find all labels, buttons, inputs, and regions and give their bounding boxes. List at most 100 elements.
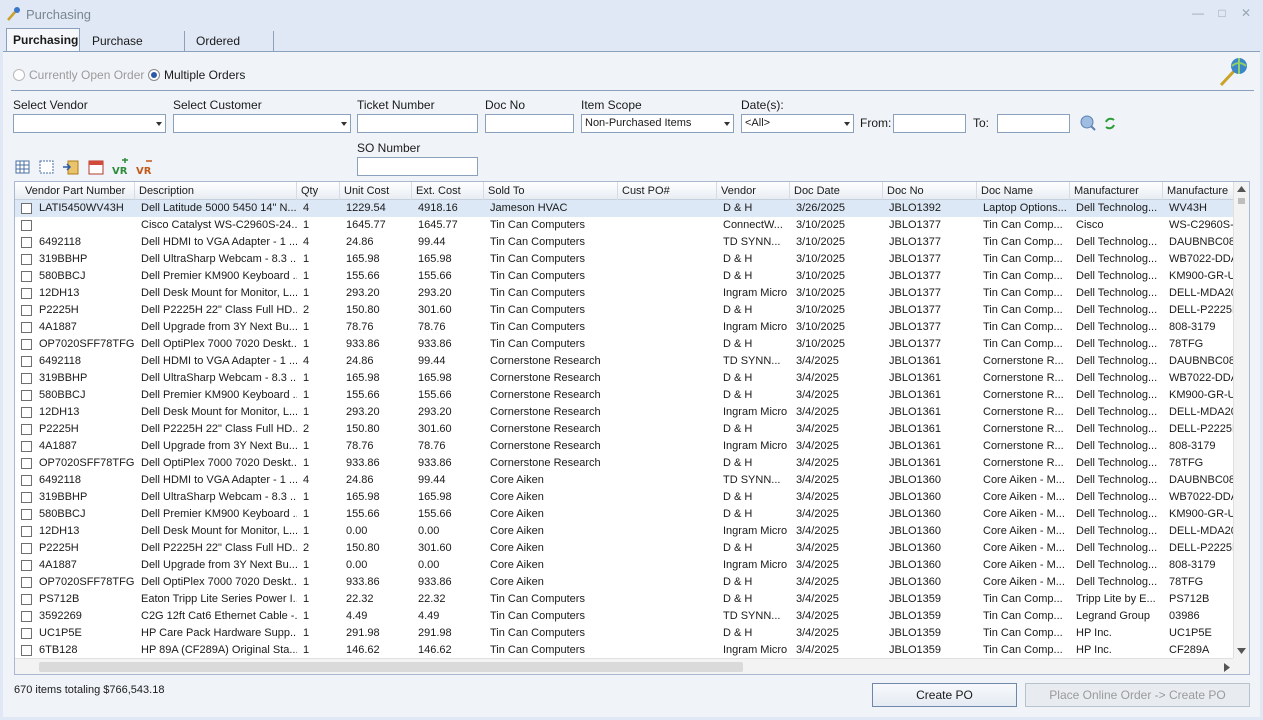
tab-ordered-items[interactable]: Ordered Items: [190, 31, 274, 68]
column-header-vendor[interactable]: Vendor: [717, 182, 790, 200]
row-checkbox[interactable]: [21, 390, 32, 401]
table-row[interactable]: 12DH13 Dell Desk Mount for Monitor, L... 1…: [15, 285, 1234, 302]
column-header-manufacture[interactable]: Manufacture: [1163, 182, 1234, 200]
refresh-icon[interactable]: [1103, 116, 1117, 131]
table-row[interactable]: 12DH13 Dell Desk Mount for Monitor, L... 1…: [15, 523, 1234, 540]
table-row[interactable]: 319BBHP Dell UltraSharp Webcam - 8.3 ... 1…: [15, 489, 1234, 506]
calendar-icon[interactable]: [87, 158, 105, 176]
table-row[interactable]: Cisco Catalyst WS-C2960S-24... 1 1645.77 16…: [15, 217, 1234, 234]
table-row[interactable]: P2225H Dell P2225H 22" Class Full HD... 2 1…: [15, 421, 1234, 438]
table-row[interactable]: P2225H Dell P2225H 22" Class Full HD... 2 1…: [15, 302, 1234, 319]
table-row[interactable]: 4A1887 Dell Upgrade from 3Y Next Bu... 1 0.…: [15, 557, 1234, 574]
from-date-input[interactable]: [893, 114, 966, 133]
horizontal-scroll-thumb[interactable]: [39, 662, 743, 672]
create-po-button[interactable]: Create PO: [872, 683, 1017, 707]
row-checkbox[interactable]: [21, 322, 32, 333]
dates-select[interactable]: <All>: [741, 114, 854, 133]
scroll-down-icon[interactable]: [1237, 648, 1246, 654]
row-checkbox[interactable]: [21, 628, 32, 639]
multiple-orders-option[interactable]: Multiple Orders: [148, 68, 245, 82]
table-row[interactable]: 6492118 Dell HDMI to VGA Adapter - 1 ... 4…: [15, 234, 1234, 251]
row-checkbox[interactable]: [21, 373, 32, 384]
row-checkbox[interactable]: [21, 560, 32, 571]
table-row[interactable]: OP7020SFF78TFG Dell OptiPlex 7000 7020 De…: [15, 336, 1234, 353]
vendor-select[interactable]: [13, 114, 166, 133]
ticket-number-input[interactable]: [357, 114, 478, 133]
tab-purchase-orders[interactable]: Purchase Orders: [86, 31, 185, 68]
scroll-right-icon[interactable]: [1224, 663, 1230, 672]
minimize-button[interactable]: —: [1190, 5, 1206, 21]
multiple-orders-radio[interactable]: [148, 69, 160, 81]
to-date-input[interactable]: [997, 114, 1070, 133]
table-row[interactable]: OP7020SFF78TFG Dell OptiPlex 7000 7020 De…: [15, 455, 1234, 472]
place-online-order-button[interactable]: Place Online Order -> Create PO: [1025, 683, 1250, 707]
row-checkbox[interactable]: [21, 271, 32, 282]
column-header-unit-cost[interactable]: Unit Cost: [340, 182, 412, 200]
table-row[interactable]: 6TB128 HP 89A (CF289A) Original Sta... 1 14…: [15, 642, 1234, 659]
table-row[interactable]: 319BBHP Dell UltraSharp Webcam - 8.3 ... 1…: [15, 251, 1234, 268]
maximize-button[interactable]: □: [1214, 5, 1230, 21]
tab-purchasing[interactable]: Purchasing: [6, 28, 80, 52]
export-icon[interactable]: [62, 158, 80, 176]
scroll-up-icon[interactable]: [1237, 186, 1246, 192]
table-row[interactable]: 12DH13 Dell Desk Mount for Monitor, L... 1…: [15, 404, 1234, 421]
row-checkbox[interactable]: [21, 407, 32, 418]
column-header-manufacturer[interactable]: Manufacturer: [1070, 182, 1163, 200]
column-header-qty[interactable]: Qty: [297, 182, 340, 200]
table-row[interactable]: 4A1887 Dell Upgrade from 3Y Next Bu... 1 78…: [15, 319, 1234, 336]
table-row[interactable]: 6492118 Dell HDMI to VGA Adapter - 1 ... 4…: [15, 472, 1234, 489]
row-checkbox[interactable]: [21, 203, 32, 214]
row-checkbox[interactable]: [21, 577, 32, 588]
table-row[interactable]: 6492118 Dell HDMI to VGA Adapter - 1 ... 4…: [15, 353, 1234, 370]
table-row[interactable]: 4A1887 Dell Upgrade from 3Y Next Bu... 1 78…: [15, 438, 1234, 455]
table-row[interactable]: 319BBHP Dell UltraSharp Webcam - 8.3 ... 1…: [15, 370, 1234, 387]
row-checkbox[interactable]: [21, 594, 32, 605]
table-row[interactable]: LATI5450WV43H Dell Latitude 5000 5450 14"…: [15, 200, 1234, 217]
row-checkbox[interactable]: [21, 356, 32, 367]
table-row[interactable]: 580BBCJ Dell Premier KM900 Keyboard ... 1 1…: [15, 506, 1234, 523]
column-header-vendor-part-number[interactable]: Vendor Part Number: [15, 182, 135, 200]
row-checkbox[interactable]: [21, 645, 32, 656]
vendor-add-icon[interactable]: VR: [111, 158, 129, 176]
column-header-doc-name[interactable]: Doc Name: [977, 182, 1070, 200]
deselect-all-icon[interactable]: [38, 158, 56, 176]
row-checkbox[interactable]: [21, 543, 32, 554]
row-checkbox[interactable]: [21, 254, 32, 265]
row-checkbox[interactable]: [21, 492, 32, 503]
row-checkbox[interactable]: [21, 305, 32, 316]
table-row[interactable]: UC1P5E HP Care Pack Hardware Supp... 1 291.…: [15, 625, 1234, 642]
search-icon[interactable]: [1079, 115, 1097, 132]
row-checkbox[interactable]: [21, 475, 32, 486]
vertical-scrollbar[interactable]: [1233, 182, 1249, 658]
items-grid[interactable]: Vendor Part Number Description Qty Unit Cos…: [14, 181, 1250, 675]
table-row[interactable]: 580BBCJ Dell Premier KM900 Keyboard ... 1 1…: [15, 268, 1234, 285]
select-all-icon[interactable]: [14, 158, 32, 176]
doc-no-input[interactable]: [485, 114, 574, 133]
row-checkbox[interactable]: [21, 526, 32, 537]
table-row[interactable]: 3592269 C2G 12ft Cat6 Ethernet Cable -...…: [15, 608, 1234, 625]
table-row[interactable]: OP7020SFF78TFG Dell OptiPlex 7000 7020 De…: [15, 574, 1234, 591]
row-checkbox[interactable]: [21, 441, 32, 452]
row-checkbox[interactable]: [21, 611, 32, 622]
column-header-doc-no[interactable]: Doc No: [883, 182, 977, 200]
item-scope-select[interactable]: Non-Purchased Items: [581, 114, 734, 133]
column-header-doc-date[interactable]: Doc Date: [790, 182, 883, 200]
horizontal-scrollbar[interactable]: [15, 658, 1234, 674]
globe-wand-icon[interactable]: [1215, 56, 1249, 88]
table-row[interactable]: 580BBCJ Dell Premier KM900 Keyboard ... 1 1…: [15, 387, 1234, 404]
so-number-input[interactable]: [357, 157, 478, 176]
row-checkbox[interactable]: [21, 237, 32, 248]
row-checkbox[interactable]: [21, 220, 32, 231]
row-checkbox[interactable]: [21, 424, 32, 435]
column-header-ext-cost[interactable]: Ext. Cost: [412, 182, 484, 200]
row-checkbox[interactable]: [21, 288, 32, 299]
close-button[interactable]: ✕: [1238, 5, 1254, 21]
row-checkbox[interactable]: [21, 458, 32, 469]
column-header-description[interactable]: Description: [135, 182, 297, 200]
table-row[interactable]: PS712B Eaton Tripp Lite Series Power I...…: [15, 591, 1234, 608]
row-checkbox[interactable]: [21, 339, 32, 350]
row-checkbox[interactable]: [21, 509, 32, 520]
vendor-remove-icon[interactable]: VR: [135, 158, 153, 176]
table-row[interactable]: P2225H Dell P2225H 22" Class Full HD... 2 1…: [15, 540, 1234, 557]
column-header-sold-to[interactable]: Sold To: [484, 182, 618, 200]
